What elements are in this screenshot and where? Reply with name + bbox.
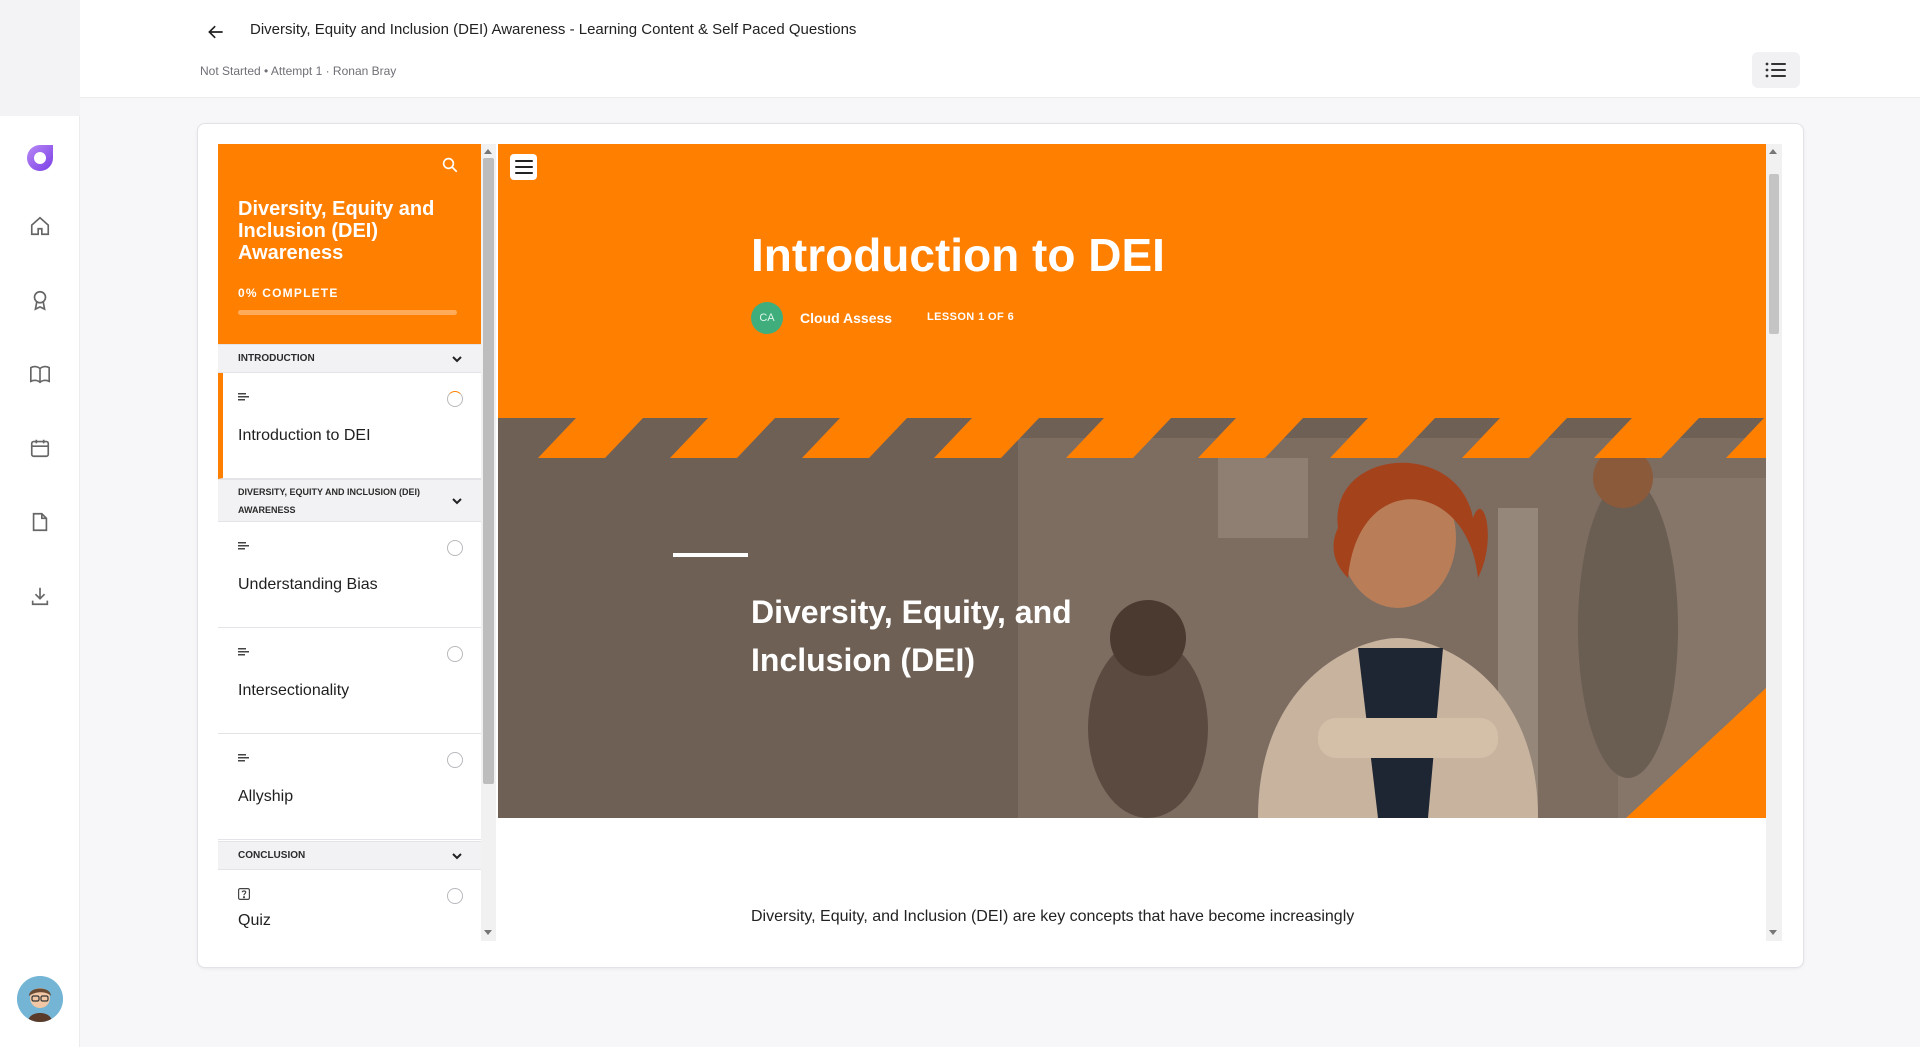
content-scrollbar-thumb[interactable] — [1769, 174, 1779, 334]
banner-stripes — [498, 418, 1766, 818]
not-started-icon — [447, 540, 463, 556]
lesson-item-quiz[interactable]: Quiz — [218, 870, 481, 941]
user-avatar[interactable] — [17, 976, 63, 1022]
lesson-item-introduction-to-dei[interactable]: Introduction to DEI — [218, 373, 481, 479]
scroll-up-arrow[interactable] — [1769, 149, 1777, 154]
section-label: CONCLUSION — [238, 850, 306, 861]
section-introduction[interactable]: INTRODUCTION — [218, 344, 481, 373]
course-sidebar: Diversity, Equity and Inclusion (DEI) Aw… — [218, 144, 481, 941]
lesson-banner: Diversity, Equity, and Inclusion (DEI) — [498, 418, 1766, 818]
hamburger-icon — [514, 160, 533, 174]
scroll-down-arrow[interactable] — [1769, 930, 1777, 935]
not-started-icon — [447, 752, 463, 768]
not-started-icon — [447, 646, 463, 662]
lesson-hero: Introduction to DEI CA Cloud Assess LESS… — [498, 144, 1766, 418]
author-name: Cloud Assess — [800, 310, 893, 326]
book-icon[interactable] — [26, 360, 54, 388]
menu-button[interactable] — [510, 154, 537, 180]
lesson-item-allyship[interactable]: Allyship — [218, 734, 481, 840]
home-icon[interactable] — [26, 212, 54, 240]
text-lesson-icon — [238, 648, 249, 656]
lesson-body-text: Diversity, Equity, and Inclusion (DEI) a… — [751, 908, 1355, 925]
arrow-left-icon — [208, 25, 223, 39]
lesson-item-intersectionality[interactable]: Intersectionality — [218, 628, 481, 734]
document-icon[interactable] — [26, 508, 54, 536]
app-nav-top — [0, 0, 80, 116]
chevron-down-icon — [452, 356, 462, 363]
section-conclusion[interactable]: CONCLUSION — [218, 841, 481, 870]
lesson-title: Introduction to DEI — [238, 427, 371, 444]
award-icon[interactable] — [26, 286, 54, 314]
not-started-icon — [447, 888, 463, 904]
course-sidebar-header: Diversity, Equity and Inclusion (DEI) Aw… — [218, 144, 481, 344]
section-label: DIVERSITY, EQUITY AND INCLUSION (DEI) AW… — [238, 487, 421, 515]
author-avatar: CA — [751, 302, 783, 334]
scroll-down-arrow[interactable] — [484, 930, 492, 935]
list-icon — [1765, 62, 1786, 78]
content-scrollbar[interactable] — [1766, 144, 1782, 941]
lesson-counter: LESSON 1 OF 6 — [927, 311, 1015, 323]
scroll-up-arrow[interactable] — [484, 149, 492, 154]
text-lesson-icon — [238, 542, 249, 550]
lesson-title: Intersectionality — [238, 682, 350, 699]
app-navigation — [0, 0, 80, 1047]
quiz-icon — [238, 888, 250, 900]
download-icon[interactable] — [26, 582, 54, 610]
page-title: Diversity, Equity and Inclusion (DEI) Aw… — [250, 21, 857, 38]
sidebar-scrollbar[interactable] — [481, 144, 496, 941]
top-header: Diversity, Equity and Inclusion (DEI) Aw… — [80, 0, 1920, 98]
search-icon[interactable] — [441, 156, 461, 176]
lesson-heading: Introduction to DEI — [751, 229, 1165, 281]
banner-heading: Diversity, Equity, and Inclusion (DEI) — [751, 594, 1072, 678]
attempt-status: Not Started • Attempt 1 · Ronan Bray — [200, 64, 397, 78]
sidebar-scrollbar-thumb[interactable] — [483, 158, 494, 784]
outline-button[interactable] — [1752, 52, 1800, 88]
back-button[interactable] — [203, 19, 229, 45]
progress-label: 0% COMPLETE — [238, 286, 339, 300]
chevron-down-icon — [452, 498, 462, 505]
course-title: Diversity, Equity and Inclusion (DEI) Aw… — [238, 198, 435, 264]
lesson-item-understanding-bias[interactable]: Understanding Bias — [218, 522, 481, 628]
lesson-title: Allyship — [238, 788, 294, 805]
text-lesson-icon — [238, 393, 249, 401]
text-lesson-icon — [238, 754, 249, 762]
chevron-down-icon — [452, 853, 462, 860]
app-logo-icon[interactable] — [22, 140, 58, 176]
banner-divider — [673, 553, 748, 557]
section-dei-awareness[interactable]: DIVERSITY, EQUITY AND INCLUSION (DEI) AW… — [218, 479, 481, 522]
lesson-content: Introduction to DEI CA Cloud Assess LESS… — [498, 144, 1766, 941]
lesson-title: Understanding Bias — [238, 576, 378, 593]
lesson-title: Quiz — [238, 912, 271, 929]
progress-bar — [238, 310, 457, 315]
calendar-icon[interactable] — [26, 434, 54, 462]
section-label: INTRODUCTION — [238, 353, 315, 364]
in-progress-icon — [447, 391, 463, 407]
